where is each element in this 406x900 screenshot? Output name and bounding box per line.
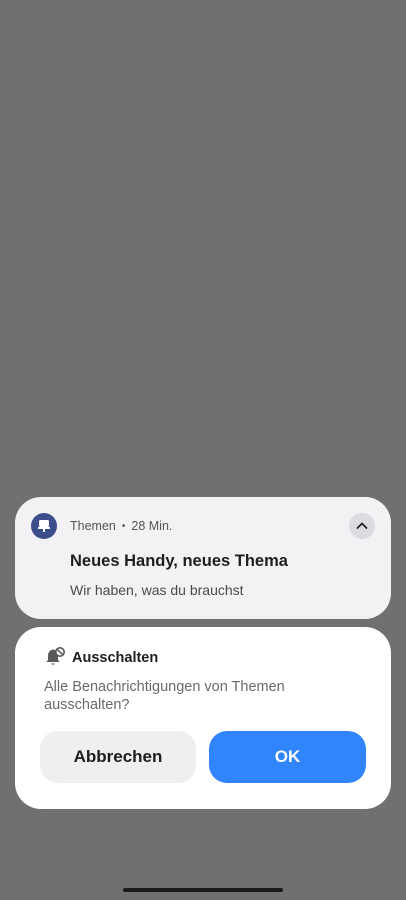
notification-header: Themen • 28 Min. [70, 519, 172, 533]
collapse-button[interactable] [349, 513, 375, 539]
turn-off-dialog: Ausschalten Alle Benachrichtigungen von … [15, 627, 391, 809]
notification-text: Wir haben, was du brauchst [70, 582, 244, 598]
notification-separator: • [121, 520, 126, 532]
brush-icon [38, 520, 50, 532]
ok-button[interactable]: OK [209, 731, 366, 783]
notification-time: 28 Min. [131, 519, 173, 533]
notification-title: Neues Handy, neues Thema [70, 552, 288, 570]
notification-app-name: Themen [70, 519, 116, 533]
chevron-up-icon [356, 522, 368, 529]
bell-off-icon [46, 647, 65, 665]
themes-app-icon [31, 513, 57, 539]
dialog-title: Ausschalten [72, 650, 159, 666]
home-indicator[interactable] [123, 888, 283, 892]
dialog-message: Alle Benachrichtigungen von Themen aussc… [44, 679, 285, 713]
notification-card[interactable]: Themen • 28 Min. Neues Handy, neues Them… [15, 497, 391, 619]
cancel-button[interactable]: Abbrechen [40, 731, 196, 783]
